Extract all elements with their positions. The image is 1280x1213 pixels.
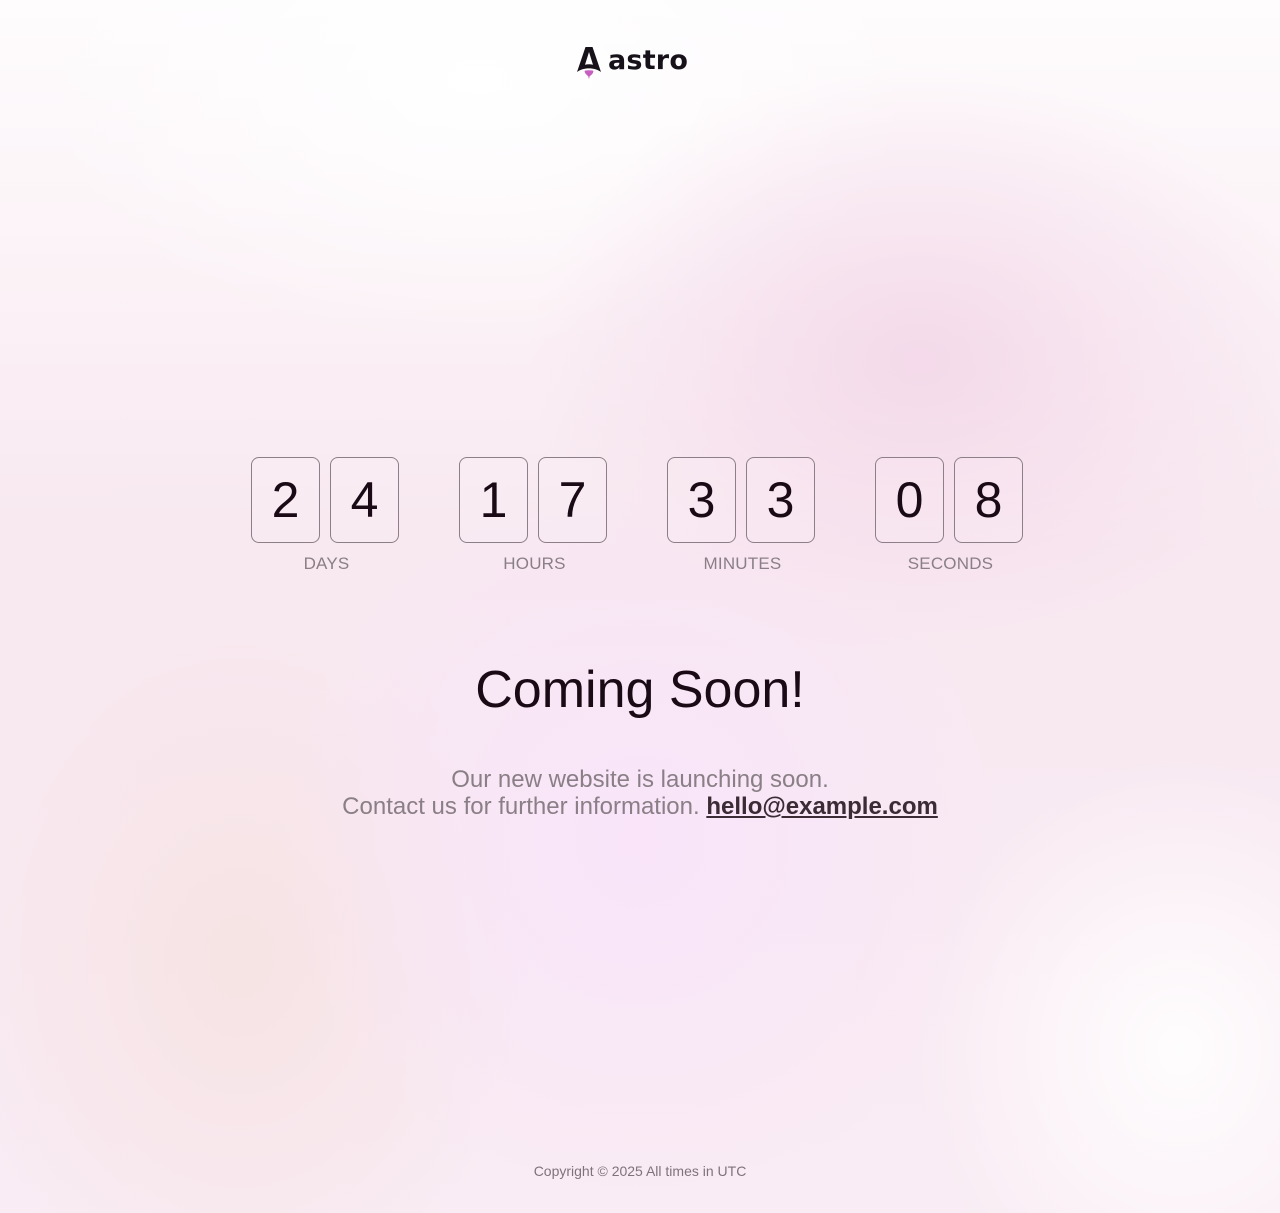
brand-name: astro bbox=[608, 44, 689, 76]
astro-logo[interactable]: astro bbox=[576, 44, 688, 82]
digit-box: 2 bbox=[251, 457, 320, 543]
unit-label-hours: HOURS bbox=[503, 554, 566, 573]
description-line-2: Contact us for further information. hell… bbox=[0, 793, 1280, 820]
countdown-minutes: 3 3 MINUTES bbox=[667, 457, 818, 574]
digit-box: 7 bbox=[538, 457, 607, 543]
digit-box: 4 bbox=[330, 457, 399, 543]
digit-group: 3 3 bbox=[667, 457, 818, 543]
digit-box: 3 bbox=[746, 457, 815, 543]
digit-box: 0 bbox=[875, 457, 944, 543]
digit-box: 1 bbox=[459, 457, 528, 543]
countdown-hours: 1 7 HOURS bbox=[459, 457, 610, 574]
countdown-seconds: 0 8 SECONDS bbox=[875, 457, 1026, 574]
description: Our new website is launching soon. Conta… bbox=[0, 766, 1280, 820]
description-line-1: Our new website is launching soon. bbox=[451, 766, 829, 793]
footer-copyright: Copyright © 2025 All times in UTC bbox=[533, 1163, 747, 1179]
page-content: astro 2 4 DAYS 1 7 HOURS 3 3 MINUTES 0 8… bbox=[0, 0, 1280, 1213]
countdown-days: 2 4 DAYS bbox=[251, 457, 402, 574]
contact-text: Contact us for further information. bbox=[342, 793, 707, 820]
unit-label-days: DAYS bbox=[303, 554, 350, 573]
unit-label-seconds: SECONDS bbox=[907, 554, 994, 573]
unit-label-minutes: MINUTES bbox=[703, 554, 782, 573]
page-title: Coming Soon! bbox=[475, 661, 805, 719]
digit-group: 1 7 bbox=[459, 457, 610, 543]
email-link[interactable]: hello@example.com bbox=[706, 793, 937, 820]
digit-group: 2 4 bbox=[251, 457, 402, 543]
digit-group: 0 8 bbox=[875, 457, 1026, 543]
digit-box: 3 bbox=[667, 457, 736, 543]
digit-box: 8 bbox=[954, 457, 1023, 543]
astro-logo-icon bbox=[577, 47, 601, 80]
